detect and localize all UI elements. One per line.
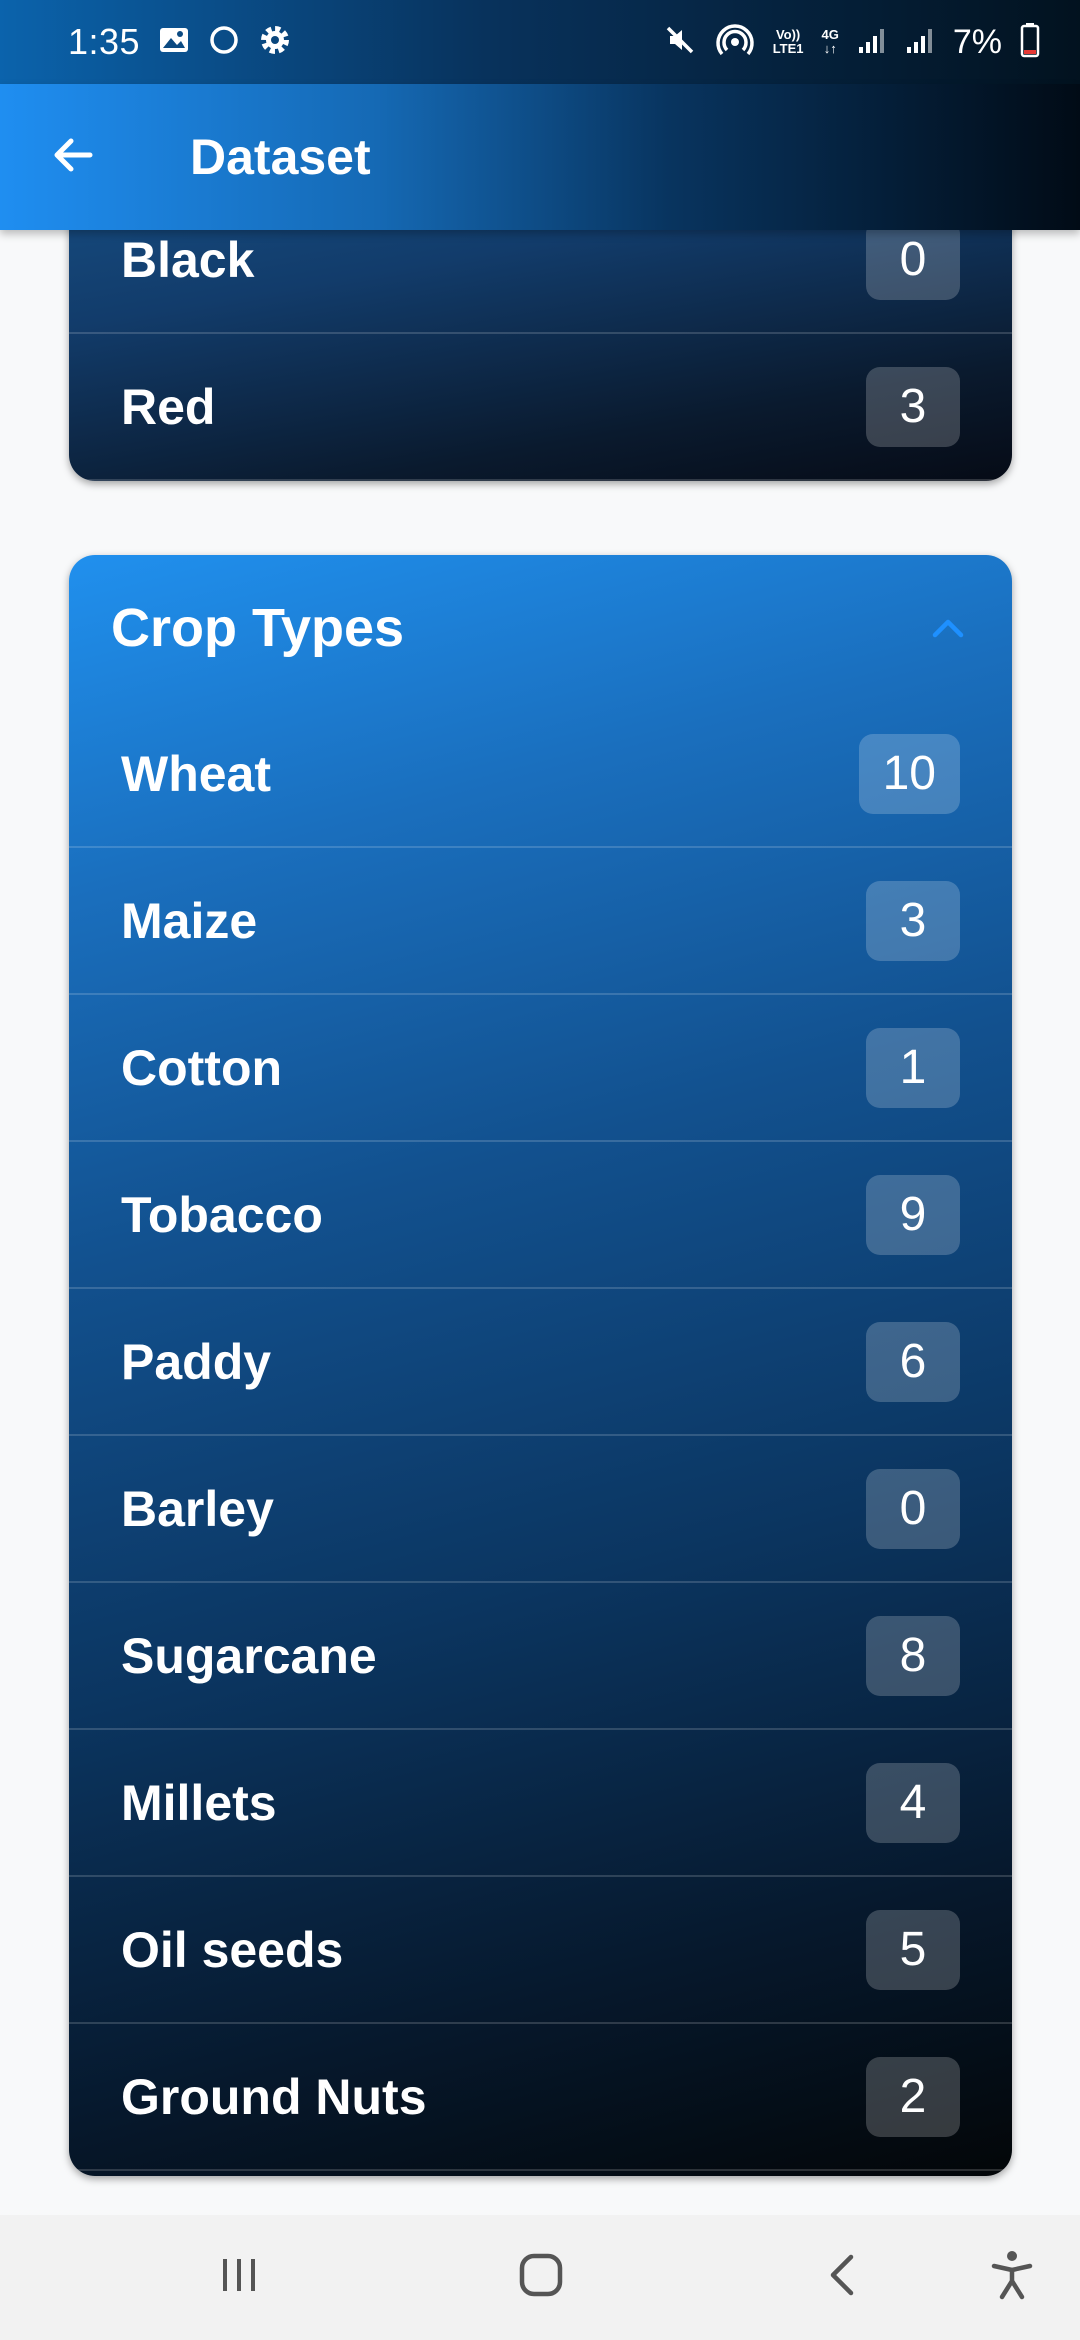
chevron-up-icon[interactable] bbox=[928, 608, 968, 648]
accessibility-icon bbox=[990, 2249, 1034, 2306]
network-type-label: 4G bbox=[821, 27, 839, 42]
screen: 1:35 Vo)) LTE1 4G ↓↑ 7% Dataset Black 0 … bbox=[0, 0, 1080, 2340]
back-button[interactable] bbox=[0, 84, 146, 230]
image-icon bbox=[158, 25, 190, 60]
home-button[interactable] bbox=[461, 2215, 621, 2340]
list-item[interactable]: Wheat 10 bbox=[69, 701, 1012, 848]
crop-types-header[interactable]: Crop Types bbox=[69, 555, 1012, 701]
count-badge: 10 bbox=[858, 733, 960, 814]
battery-text: 7% bbox=[952, 22, 1002, 61]
item-label: Wheat bbox=[121, 745, 271, 802]
item-label: Black bbox=[121, 231, 255, 288]
count-badge: 3 bbox=[866, 880, 960, 961]
circle-icon bbox=[208, 24, 240, 61]
recent-apps-button[interactable] bbox=[159, 2215, 319, 2340]
count-badge: 1 bbox=[866, 1027, 960, 1108]
system-back-button[interactable] bbox=[762, 2215, 922, 2340]
item-label: Barley bbox=[121, 1480, 274, 1537]
arrow-left-icon bbox=[50, 132, 96, 183]
system-nav-bar bbox=[0, 2215, 1080, 2340]
network-type: 4G ↓↑ bbox=[822, 28, 839, 56]
count-badge: 6 bbox=[866, 1321, 960, 1402]
hotspot-icon bbox=[715, 20, 755, 65]
gear-icon bbox=[258, 23, 292, 62]
network-label-top: Vo)) bbox=[775, 27, 801, 42]
list-item[interactable]: Millets 4 bbox=[69, 1730, 1012, 1877]
app-bar: Dataset bbox=[0, 84, 1080, 230]
list-item[interactable]: Oil seeds 5 bbox=[69, 1877, 1012, 2024]
soil-types-card: Black 0 Red 3 bbox=[69, 230, 1012, 481]
count-badge: 2 bbox=[866, 2056, 960, 2137]
item-label: Paddy bbox=[121, 1333, 272, 1390]
list-item[interactable]: Maize 3 bbox=[69, 848, 1012, 995]
count-badge: 8 bbox=[866, 1615, 960, 1696]
count-badge: 3 bbox=[866, 366, 960, 447]
status-left: 1:35 bbox=[68, 21, 292, 63]
status-bar: 1:35 Vo)) LTE1 4G ↓↑ 7% bbox=[0, 0, 1080, 84]
home-icon bbox=[518, 2252, 564, 2303]
list-item[interactable]: Barley 0 bbox=[69, 1436, 1012, 1583]
status-right: Vo)) LTE1 4G ↓↑ 7% bbox=[663, 20, 1040, 65]
page-title: Dataset bbox=[190, 129, 371, 185]
count-badge: 0 bbox=[866, 230, 960, 300]
list-item[interactable]: Red 3 bbox=[69, 334, 1012, 481]
item-label: Oil seeds bbox=[121, 1921, 344, 1978]
section-title: Crop Types bbox=[111, 598, 405, 658]
battery-icon bbox=[1020, 22, 1040, 63]
crop-types-card: Crop Types Wheat 10 Maize 3 Cotton 1 Tob… bbox=[69, 555, 1012, 2176]
count-badge: 0 bbox=[866, 1468, 960, 1549]
network-label: Vo)) LTE1 bbox=[773, 28, 804, 56]
item-label: Tobacco bbox=[121, 1186, 323, 1243]
count-badge: 5 bbox=[866, 1909, 960, 1990]
item-label: Millets bbox=[121, 1774, 277, 1831]
accessibility-button[interactable] bbox=[932, 2215, 1080, 2340]
content-scroll[interactable]: Black 0 Red 3 Crop Types Wheat 10 Maize bbox=[0, 230, 1080, 2215]
item-label: Ground Nuts bbox=[121, 2068, 427, 2125]
status-time: 1:35 bbox=[68, 21, 141, 62]
list-item[interactable]: Black 0 bbox=[69, 230, 1012, 334]
list-item[interactable]: Paddy 6 bbox=[69, 1289, 1012, 1436]
count-badge: 9 bbox=[866, 1174, 960, 1255]
signal-icon bbox=[857, 25, 887, 60]
back-icon bbox=[825, 2253, 859, 2302]
item-label: Maize bbox=[121, 892, 258, 949]
item-label: Red bbox=[121, 378, 216, 435]
item-label: Sugarcane bbox=[121, 1627, 377, 1684]
list-item[interactable]: Sugarcane 8 bbox=[69, 1583, 1012, 1730]
data-arrows-icon: ↓↑ bbox=[823, 41, 837, 56]
list-item[interactable]: Tobacco 9 bbox=[69, 1142, 1012, 1289]
network-label-bottom: LTE1 bbox=[772, 41, 804, 56]
signal-icon bbox=[905, 25, 935, 60]
count-badge: 4 bbox=[866, 1762, 960, 1843]
recent-apps-icon bbox=[217, 2255, 261, 2300]
item-label: Cotton bbox=[121, 1039, 283, 1096]
list-item[interactable]: Ground Nuts 2 bbox=[69, 2024, 1012, 2171]
mute-icon bbox=[663, 23, 697, 62]
list-item[interactable]: Cotton 1 bbox=[69, 995, 1012, 1142]
